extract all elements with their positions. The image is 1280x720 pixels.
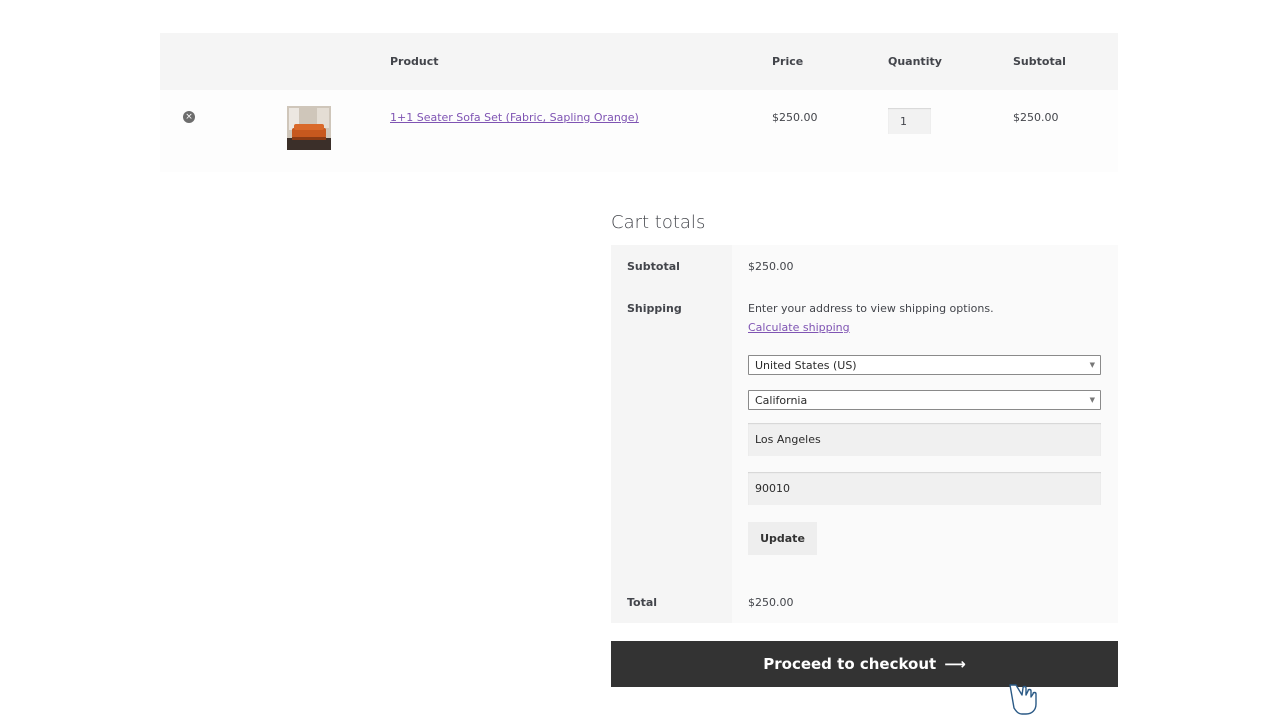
total-label: Total: [611, 584, 732, 623]
state-select-value: California: [755, 394, 808, 407]
subtotal-label: Subtotal: [611, 245, 732, 287]
shipping-row: Shipping Enter your address to view ship…: [611, 287, 1118, 584]
subtotal-value: $250.00: [732, 245, 1118, 287]
country-select-value: United States (US): [755, 359, 857, 372]
shipping-label: Shipping: [611, 287, 732, 584]
header-quantity: Quantity: [888, 55, 942, 68]
checkout-button-label: Proceed to checkout: [763, 655, 937, 673]
country-select[interactable]: United States (US) ▼: [748, 355, 1101, 375]
table-row: × 1+1 Seater Sofa Set (Fabric, Sapling O…: [160, 90, 1118, 172]
update-button[interactable]: Update: [748, 522, 817, 555]
product-name-link[interactable]: 1+1 Seater Sofa Set (Fabric, Sapling Ora…: [390, 111, 639, 124]
cart-table-header: Product Price Quantity Subtotal: [160, 33, 1118, 90]
cart-table: Product Price Quantity Subtotal × 1+1 Se…: [160, 33, 1118, 172]
state-select[interactable]: California ▼: [748, 390, 1101, 410]
header-price: Price: [772, 55, 804, 68]
quantity-input[interactable]: [888, 108, 931, 134]
total-row: Total $250.00: [611, 584, 1118, 623]
header-product: Product: [390, 55, 439, 68]
shipping-info-text: Enter your address to view shipping opti…: [748, 302, 994, 315]
subtotal-row: Subtotal $250.00: [611, 245, 1118, 287]
calculate-shipping-link[interactable]: Calculate shipping: [748, 321, 850, 334]
chevron-down-icon: ▼: [1089, 361, 1095, 369]
item-subtotal: $250.00: [1013, 111, 1059, 124]
cart-totals-title: Cart totals: [611, 212, 706, 233]
product-thumbnail[interactable]: [287, 106, 331, 150]
total-value: $250.00: [732, 584, 1118, 623]
cart-totals-table: Subtotal $250.00 Shipping Enter your add…: [611, 245, 1118, 623]
remove-item-icon[interactable]: ×: [183, 111, 195, 123]
pointer-cursor-icon: [1009, 684, 1037, 715]
arrow-right-icon: ⟶: [944, 655, 966, 673]
proceed-to-checkout-button[interactable]: Proceed to checkout ⟶: [611, 641, 1118, 687]
city-input[interactable]: [748, 423, 1101, 456]
item-price: $250.00: [772, 111, 818, 124]
postcode-input[interactable]: [748, 472, 1101, 505]
chevron-down-icon: ▼: [1089, 396, 1095, 404]
header-subtotal: Subtotal: [1013, 55, 1066, 68]
